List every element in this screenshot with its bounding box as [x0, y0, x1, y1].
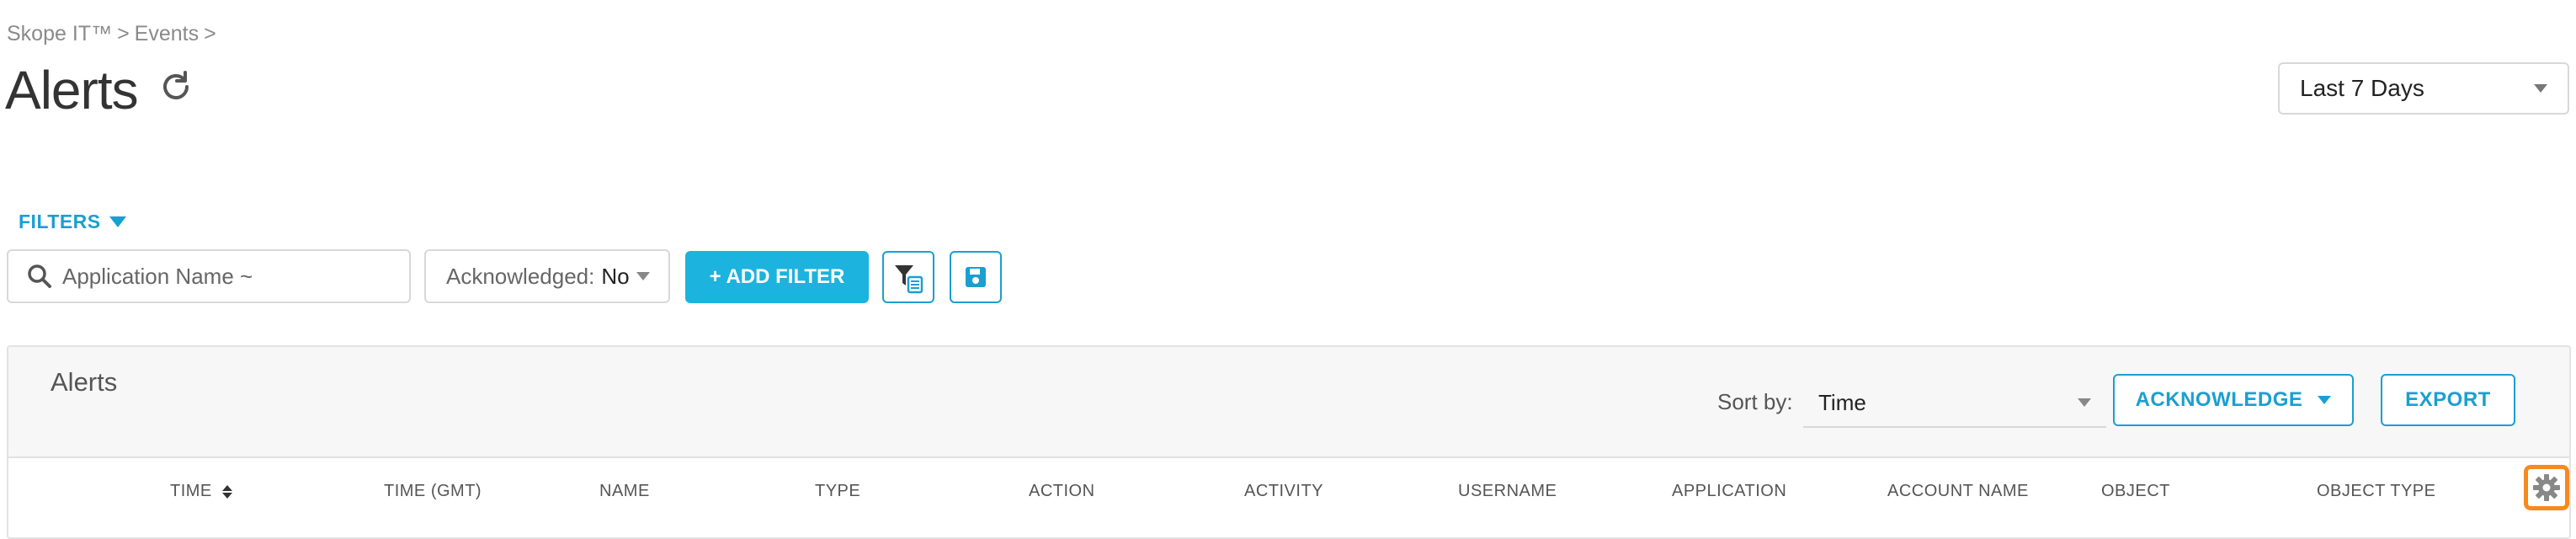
sort-by-select[interactable]: Time: [1803, 379, 2106, 428]
breadcrumb: Skope IT™ > Events >: [7, 22, 216, 46]
column-header-label: TIME: [170, 482, 212, 500]
column-header-label: TIME (GMT): [384, 482, 482, 500]
export-button[interactable]: EXPORT: [2381, 374, 2515, 426]
alerts-panel: Alerts Sort by: Time ACKNOWLEDGE EXPORT …: [7, 345, 2571, 539]
column-header-label: TYPE: [815, 482, 861, 500]
acknowledged-filter-select[interactable]: Acknowledged: No: [424, 249, 670, 303]
column-header-type[interactable]: TYPE: [815, 482, 860, 501]
acknowledge-label: ACKNOWLEDGE: [2135, 388, 2303, 411]
add-filter-button[interactable]: + ADD FILTER: [685, 251, 869, 303]
breadcrumb-separator: >: [117, 22, 130, 45]
breadcrumb-separator: >: [204, 22, 216, 45]
column-header-time[interactable]: TIME: [170, 482, 232, 501]
panel-title: Alerts: [51, 367, 118, 397]
breadcrumb-skope-it[interactable]: Skope IT™: [7, 22, 112, 46]
column-header-account-name[interactable]: ACCOUNT NAME: [1887, 482, 2029, 501]
chevron-down-icon: [2318, 396, 2332, 404]
acknowledge-button[interactable]: ACKNOWLEDGE: [2113, 374, 2354, 426]
page-title: Alerts: [5, 60, 139, 120]
refresh-icon[interactable]: [157, 67, 195, 106]
column-header-application[interactable]: APPLICATION: [1672, 482, 1786, 501]
date-range-select[interactable]: Last 7 Days: [2278, 62, 2569, 115]
column-header-label: APPLICATION: [1672, 482, 1787, 500]
column-header-action[interactable]: ACTION: [1029, 482, 1095, 501]
acknowledged-value: No: [601, 263, 630, 289]
column-header-label: USERNAME: [1458, 482, 1557, 500]
search-input[interactable]: Application Name ~: [7, 249, 411, 303]
search-placeholder: Application Name ~: [62, 263, 253, 289]
filters-toggle[interactable]: FILTERS: [19, 211, 126, 233]
chevron-down-icon: [2534, 84, 2547, 93]
export-label: EXPORT: [2405, 388, 2491, 411]
chevron-down-icon: [636, 272, 650, 280]
chevron-down-icon: [2078, 398, 2091, 407]
sort-icon: [221, 484, 232, 499]
column-settings-button[interactable]: [2524, 465, 2569, 510]
sort-by-label: Sort by:: [1717, 389, 1793, 414]
column-header-label: ACCOUNT NAME: [1887, 482, 2029, 500]
date-range-value: Last 7 Days: [2300, 75, 2424, 101]
breadcrumb-events[interactable]: Events: [135, 22, 199, 46]
column-header-label: OBJECT TYPE: [2317, 482, 2436, 500]
column-header-activity[interactable]: ACTIVITY: [1244, 482, 1323, 501]
column-header-label: ACTION: [1029, 482, 1095, 500]
save-icon: [966, 267, 986, 287]
filter-list-icon: [895, 265, 923, 294]
gear-icon: [2533, 474, 2560, 501]
filter-list-button[interactable]: [882, 251, 934, 303]
acknowledged-label: Acknowledged:: [446, 263, 595, 289]
column-header-label: OBJECT: [2101, 482, 2170, 500]
column-header-object-type[interactable]: OBJECT TYPE: [2317, 482, 2435, 501]
search-icon: [28, 264, 51, 288]
column-header-label: NAME: [599, 482, 650, 500]
save-filter-button[interactable]: [950, 251, 1002, 303]
sort-by-value: Time: [1818, 389, 1866, 415]
column-header-name[interactable]: NAME: [599, 482, 650, 501]
column-header-object[interactable]: OBJECT: [2101, 482, 2170, 501]
column-header-time-gmt[interactable]: TIME (GMT): [384, 482, 482, 501]
column-header-label: ACTIVITY: [1244, 482, 1324, 500]
filters-toggle-label: FILTERS: [19, 211, 101, 232]
caret-down-icon: [109, 216, 126, 227]
column-header-username[interactable]: USERNAME: [1458, 482, 1557, 501]
